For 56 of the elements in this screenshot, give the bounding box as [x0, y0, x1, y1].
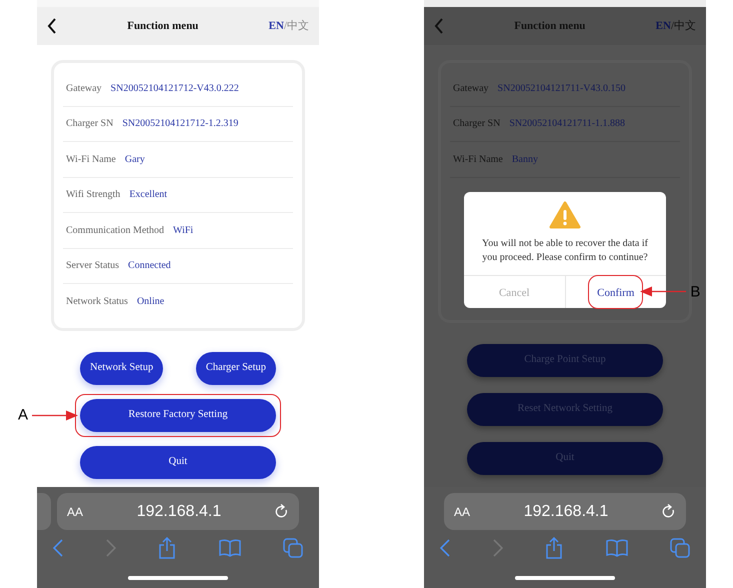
confirm-button[interactable]: Confirm	[593, 284, 638, 301]
info-label: Network Status	[66, 295, 128, 310]
address-text: 192.168.4.1	[136, 502, 222, 522]
menu-button[interactable]: Charger Setup	[196, 352, 276, 384]
info-label: Charger SN	[66, 117, 114, 132]
callout-label: A	[18, 408, 28, 422]
text-size-button[interactable]: AA	[67, 502, 84, 520]
forward-icon[interactable]	[492, 539, 502, 557]
header-title: Function menu	[513, 18, 586, 34]
address-field[interactable]: AA 192.168.4.1	[444, 493, 686, 530]
info-label: Wi-Fi Name	[453, 152, 503, 167]
header-title: Function menu	[126, 18, 200, 34]
tabs-icon[interactable]	[283, 538, 303, 558]
menu-button[interactable]: Quit	[80, 446, 276, 478]
book-icon[interactable]	[218, 539, 240, 557]
info-value: SN20052104121711-1.1.888	[509, 117, 626, 132]
info-label: Charger SN	[453, 117, 500, 132]
info-label: Wifi Strength	[66, 188, 120, 202]
info-label: Wi-Fi Name	[66, 152, 116, 167]
address-field[interactable]: AA 192.168.4.1	[57, 493, 299, 530]
language-separator: /	[284, 18, 287, 34]
reload-icon[interactable]	[275, 504, 289, 519]
tabs-icon[interactable]	[670, 538, 690, 558]
highlight-frame	[588, 274, 644, 308]
callout-arrow	[32, 410, 78, 420]
share-icon[interactable]	[158, 537, 176, 559]
language-separator: /	[670, 18, 674, 34]
tab-preview[interactable]	[37, 493, 51, 530]
info-value: Excellent	[129, 188, 168, 202]
info-label: Gateway	[453, 82, 489, 96]
callout-label: B	[690, 284, 700, 299]
dialog-message: You will not be able to recover the data if you proceed. Please confirm to continue?	[481, 236, 649, 264]
info-label: Gateway	[66, 82, 102, 96]
language-option[interactable]: 中文	[287, 18, 309, 34]
callout-arrow	[640, 286, 686, 296]
info-value: SN20052104121711-V43.0.150	[498, 82, 626, 96]
info-value: Connected	[128, 259, 171, 274]
back-icon[interactable]	[47, 18, 57, 34]
warning-icon	[549, 200, 581, 228]
address-text: 192.168.4.1	[522, 502, 610, 522]
book-icon[interactable]	[606, 539, 628, 557]
info-value: SN20052104121712-V43.0.222	[110, 82, 239, 96]
menu-button[interactable]: Network Setup	[80, 352, 164, 384]
reload-icon[interactable]	[662, 504, 676, 519]
menu-button[interactable]: Restore Factory Setting	[80, 398, 276, 432]
info-label: Server Status	[66, 259, 120, 274]
share-icon[interactable]	[545, 537, 563, 559]
info-value: Online	[136, 295, 164, 310]
info-value: Gary	[124, 152, 145, 167]
info-value: Banny	[512, 152, 538, 167]
forward-icon[interactable]	[106, 539, 116, 557]
info-label: Communication Method	[66, 224, 164, 238]
info-value: SN20052104121712-1.2.319	[122, 117, 238, 132]
language-option[interactable]: EN	[268, 18, 284, 34]
text-size-button[interactable]: AA	[454, 502, 470, 520]
info-value: WiFi	[173, 224, 194, 238]
